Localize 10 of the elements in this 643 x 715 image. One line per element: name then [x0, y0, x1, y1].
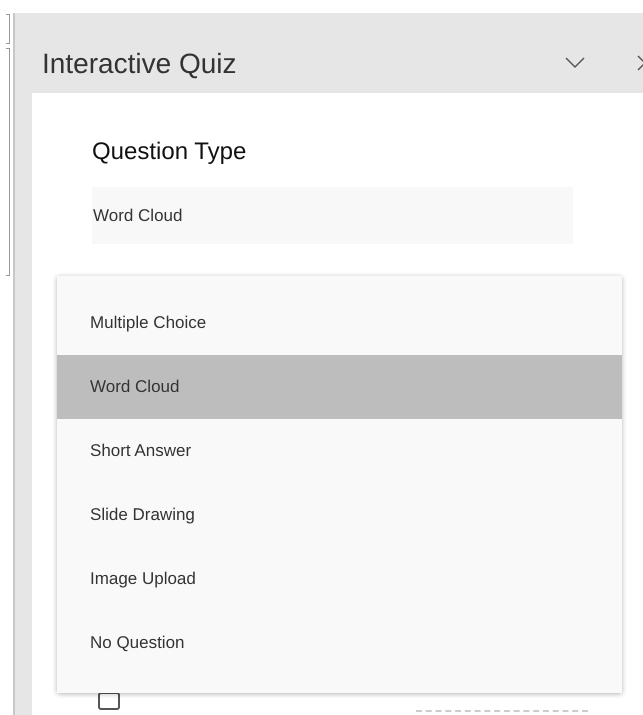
pane-title: Interactive Quiz: [42, 48, 237, 80]
dropdown-option[interactable]: Slide Drawing: [57, 483, 622, 547]
dropdown-option[interactable]: Image Upload: [57, 547, 622, 611]
dropdown-option[interactable]: Short Answer: [57, 419, 622, 483]
dropdown-option[interactable]: Multiple Choice: [57, 291, 622, 355]
dropdown-option[interactable]: Word Cloud: [57, 355, 622, 419]
dropdown-option[interactable]: No Question: [57, 611, 622, 675]
section-heading: Question Type: [92, 138, 248, 167]
question-type-select[interactable]: Word Cloud: [92, 187, 573, 244]
chevron-down-icon[interactable]: [565, 57, 585, 69]
